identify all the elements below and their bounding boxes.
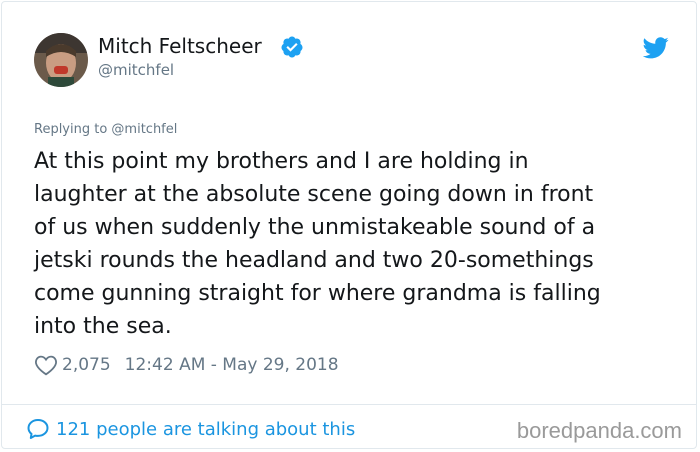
verified-badge-icon [281,36,303,58]
tweet-text-line: come gunning straight for where grandma … [34,281,601,306]
like-count[interactable]: 2,075 [62,355,111,375]
tweet-meta: 2,075 12:42 AM - May 29, 2018 [34,352,339,378]
watermark: boredpanda.com [516,418,682,443]
avatar[interactable] [34,33,88,87]
tweet-text-line: At this point my brothers and I are hold… [34,149,529,174]
tweet-card: Mitch Feltscheer @mitchfel Replying to @… [1,1,697,449]
speech-bubble-icon [27,419,49,439]
tweet-text-line: into the sea. [34,314,172,339]
display-name[interactable]: Mitch Feltscheer [98,34,262,58]
avatar-image [34,33,88,87]
tweet-text-line: laughter at the absolute scene going dow… [34,182,594,207]
heart-icon[interactable] [34,354,58,376]
conversation-link[interactable]: 121 people are talking about this [26,415,355,443]
twitter-bird-icon[interactable] [643,37,669,59]
tweet-text-line: jetski rounds the headland and two 20-so… [34,248,594,273]
user-handle[interactable]: @mitchfel [98,61,174,79]
replying-to[interactable]: Replying to @mitchfel [34,122,177,137]
conversation-text[interactable]: 121 people are talking about this [56,419,355,440]
tweet-text: At this point my brothers and I are hold… [34,145,674,343]
tweet-text-line: of us when suddenly the unmistakeable so… [34,215,596,240]
divider [2,404,696,405]
timestamp[interactable]: 12:42 AM - May 29, 2018 [125,355,339,375]
